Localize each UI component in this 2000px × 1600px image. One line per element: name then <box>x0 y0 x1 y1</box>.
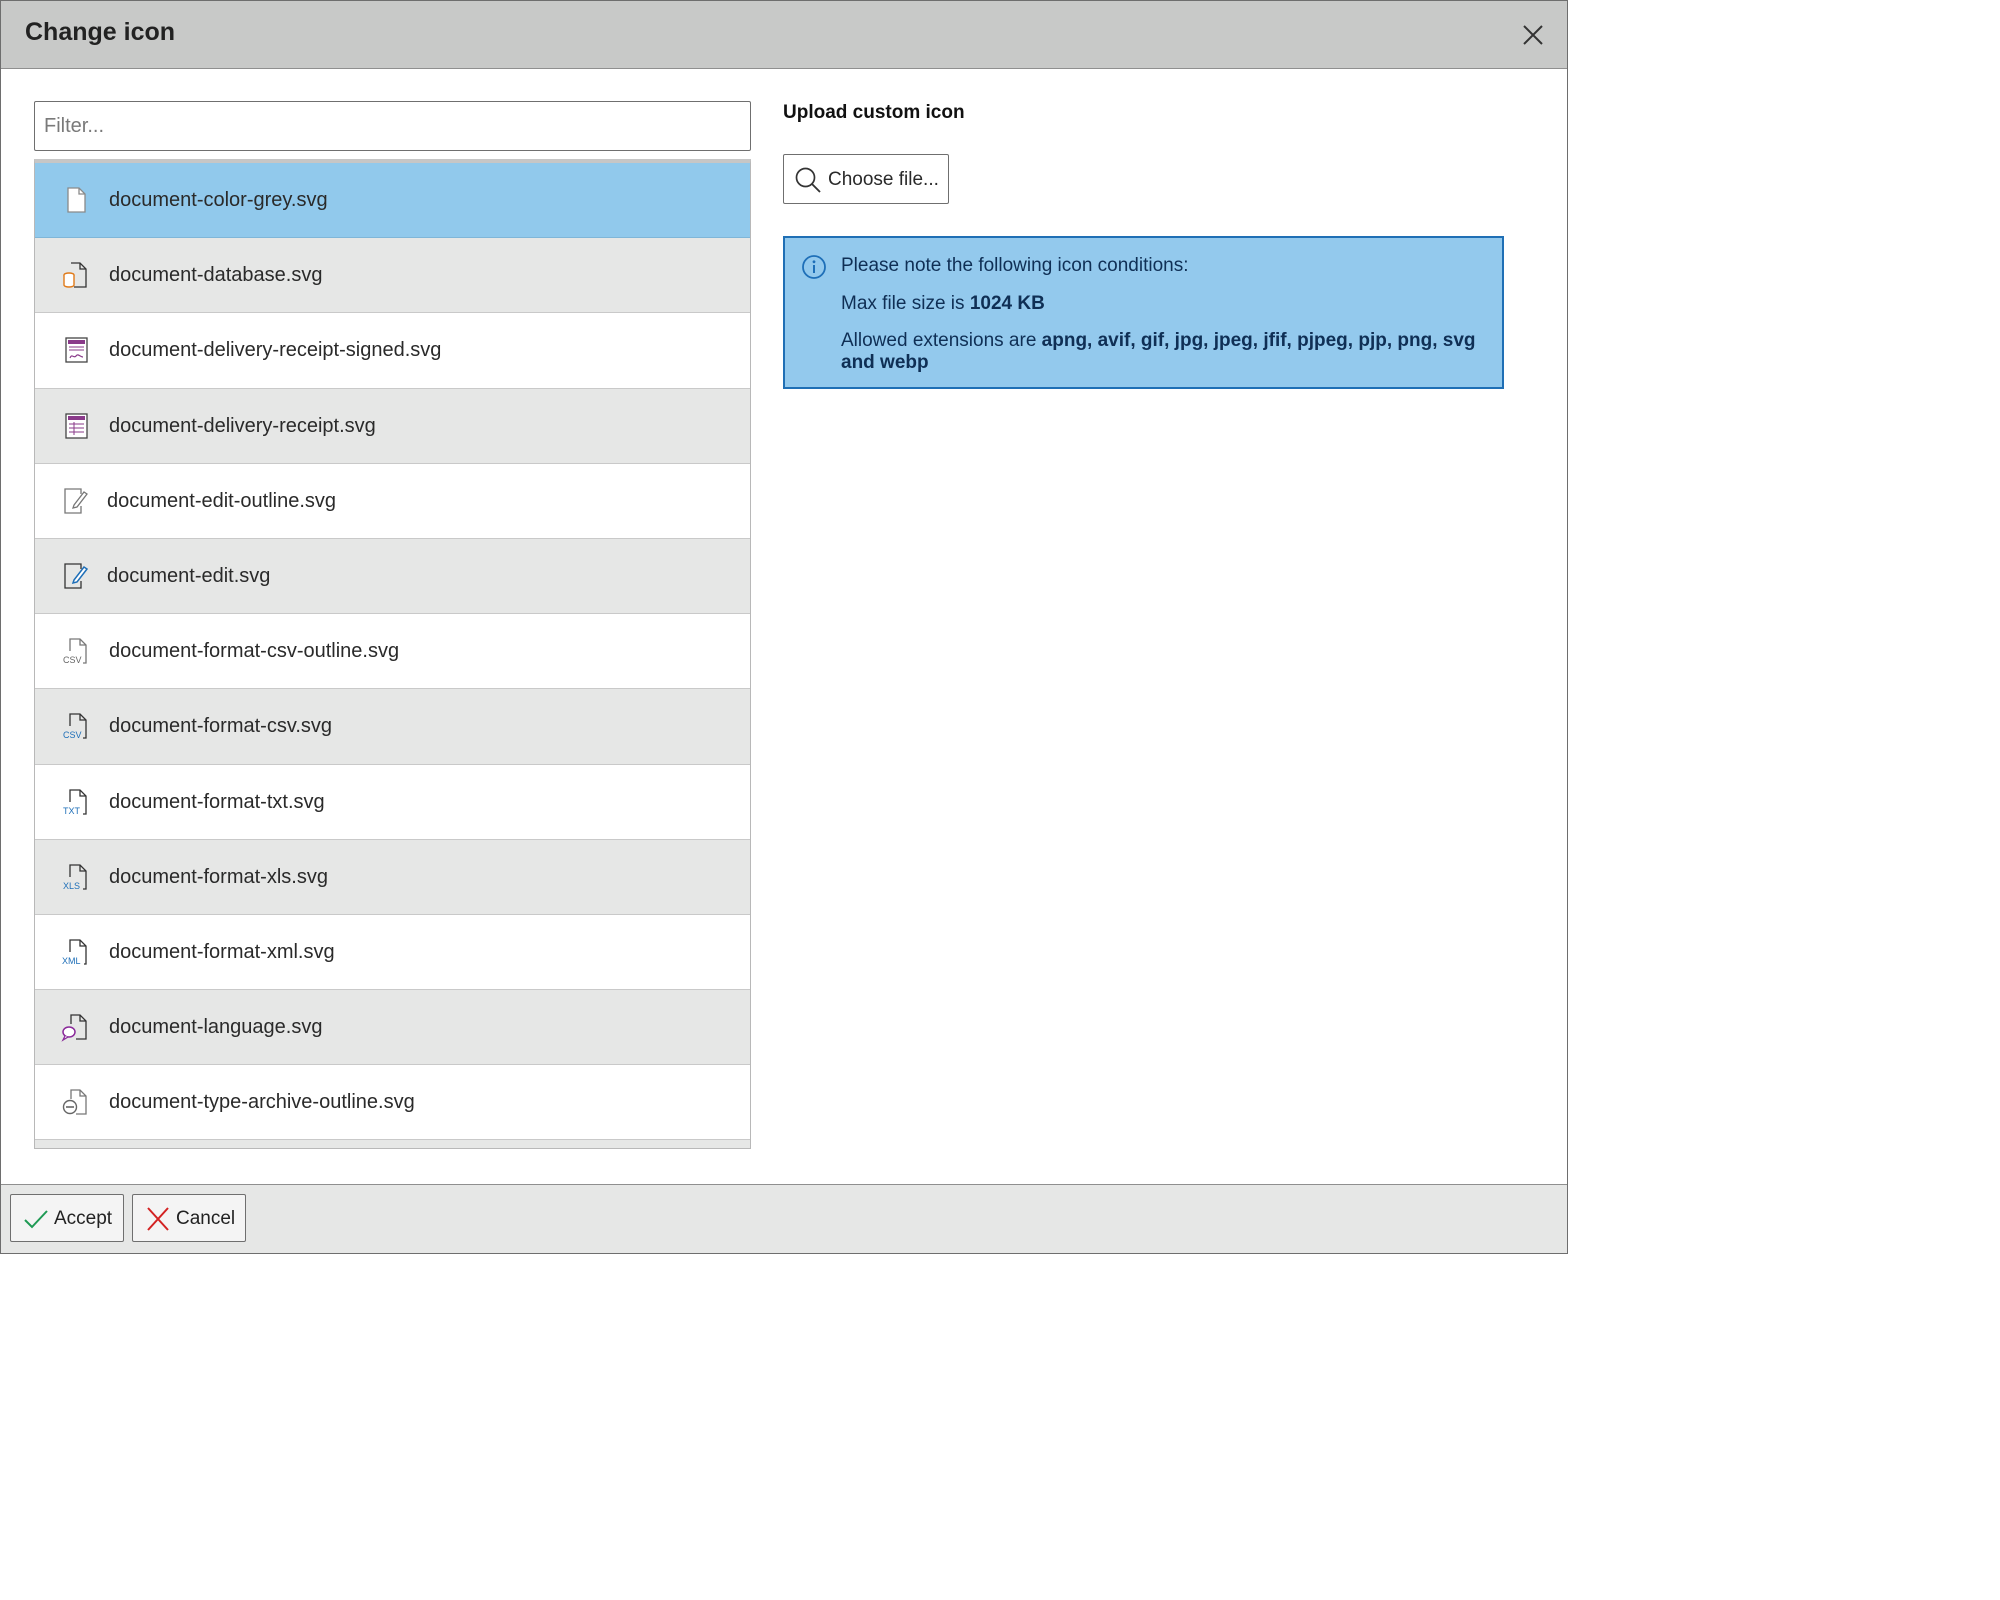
document-grey-icon <box>67 187 86 213</box>
checkmark-icon <box>24 1210 48 1229</box>
info-max-size: Max file size is 1024 KB <box>841 293 1045 315</box>
icon-list-item-partial[interactable] <box>35 1140 750 1148</box>
filter-input[interactable] <box>34 101 751 151</box>
icon-list-item-label: document-format-csv.svg <box>109 715 333 738</box>
icon-list-item[interactable]: document-language.svg <box>35 990 750 1066</box>
info-icon <box>802 255 826 279</box>
icon-list-item-label: document-edit-outline.svg <box>107 489 337 512</box>
icon-list-item[interactable]: XML document-format-xml.svg <box>35 914 750 991</box>
document-language-icon <box>61 1014 87 1042</box>
icon-list-item-label: document-format-xml.svg <box>109 940 335 963</box>
icon-list-item[interactable]: document-database.svg <box>35 238 750 314</box>
choose-file-button[interactable]: Choose file... <box>783 154 949 204</box>
svg-text:XLS: XLS <box>63 881 80 891</box>
icon-list-item-label: document-type-archive-outline.svg <box>109 1091 415 1114</box>
icon-list-item-label: document-language.svg <box>109 1016 323 1039</box>
icon-list-item[interactable]: document-edit-outline.svg <box>35 463 750 539</box>
icon-list-item-label: document-database.svg <box>109 264 323 287</box>
max-size-prefix: Max file size is <box>841 293 970 314</box>
close-button[interactable] <box>1517 19 1549 51</box>
search-icon <box>795 167 821 193</box>
cancel-button[interactable]: Cancel <box>132 1194 246 1242</box>
accept-button[interactable]: Accept <box>10 1194 124 1242</box>
icon-list-item[interactable]: document-color-grey.svg <box>35 163 750 239</box>
svg-text:XML: XML <box>62 956 81 966</box>
accept-label: Accept <box>54 1208 113 1229</box>
document-edit-icon <box>64 563 89 589</box>
icon-list-item[interactable]: TXT document-format-txt.svg <box>35 764 750 840</box>
change-icon-dialog: Change icon document-color-grey.svg docu… <box>0 0 1568 1254</box>
document-delivery-receipt-icon <box>65 412 88 439</box>
document-csv-outline-icon: CSV <box>63 638 87 665</box>
icon-list-item-label: document-color-grey.svg <box>109 189 328 211</box>
dialog-titlebar: Change icon <box>1 1 1567 69</box>
info-intro: Please note the following icon condition… <box>841 255 1189 276</box>
icon-list-item-label: document-format-csv-outline.svg <box>109 640 400 663</box>
icon-list-item[interactable]: document-type-archive-outline.svg <box>35 1065 750 1141</box>
document-xml-icon: XML <box>62 939 87 966</box>
svg-text:CSV: CSV <box>63 655 82 665</box>
info-extensions: Allowed extensions are apng, avif, gif, … <box>841 330 1481 374</box>
document-delivery-receipt-signed-icon <box>65 337 88 364</box>
icon-list[interactable]: document-color-grey.svg document-databas… <box>34 159 751 1149</box>
icon-list-item[interactable]: CSV document-format-csv-outline.svg <box>35 614 750 690</box>
close-icon <box>1523 25 1543 45</box>
icon-list-item[interactable]: document-edit.svg <box>35 538 750 615</box>
document-database-icon <box>63 262 87 288</box>
extensions-prefix: Allowed extensions are <box>841 330 1042 351</box>
icon-list-item[interactable]: XLS document-format-xls.svg <box>35 839 750 915</box>
icon-list-item-label: document-edit.svg <box>107 564 271 587</box>
max-size-value: 1024 KB <box>969 293 1045 314</box>
document-edit-outline-icon <box>64 488 88 514</box>
cancel-label: Cancel <box>176 1208 236 1229</box>
icon-list-item[interactable]: document-delivery-receipt.svg <box>35 388 750 464</box>
icon-list-item[interactable]: CSV document-format-csv.svg <box>35 689 750 765</box>
document-txt-icon: TXT <box>63 788 87 816</box>
choose-file-label: Choose file... <box>828 169 939 190</box>
info-box: Please note the following icon condition… <box>783 236 1504 389</box>
icon-list-item[interactable]: document-delivery-receipt-signed.svg <box>35 313 750 389</box>
icon-list-item-label: document-format-txt.svg <box>109 790 325 813</box>
x-icon <box>147 1207 169 1231</box>
svg-text:TXT: TXT <box>63 806 81 816</box>
document-xls-icon: XLS <box>63 864 87 891</box>
svg-text:CSV: CSV <box>63 730 82 740</box>
icon-list-item-label: document-format-xls.svg <box>109 865 328 888</box>
dialog-title: Change icon <box>25 18 176 46</box>
document-csv-icon: CSV <box>63 713 87 740</box>
icon-list-item-label: document-delivery-receipt.svg <box>109 414 376 437</box>
dialog-footer: Accept Cancel <box>1 1184 1567 1253</box>
document-archive-outline-icon <box>62 1089 87 1115</box>
icon-list-item-label: document-delivery-receipt-signed.svg <box>109 339 442 362</box>
upload-section-title: Upload custom icon <box>783 102 965 123</box>
